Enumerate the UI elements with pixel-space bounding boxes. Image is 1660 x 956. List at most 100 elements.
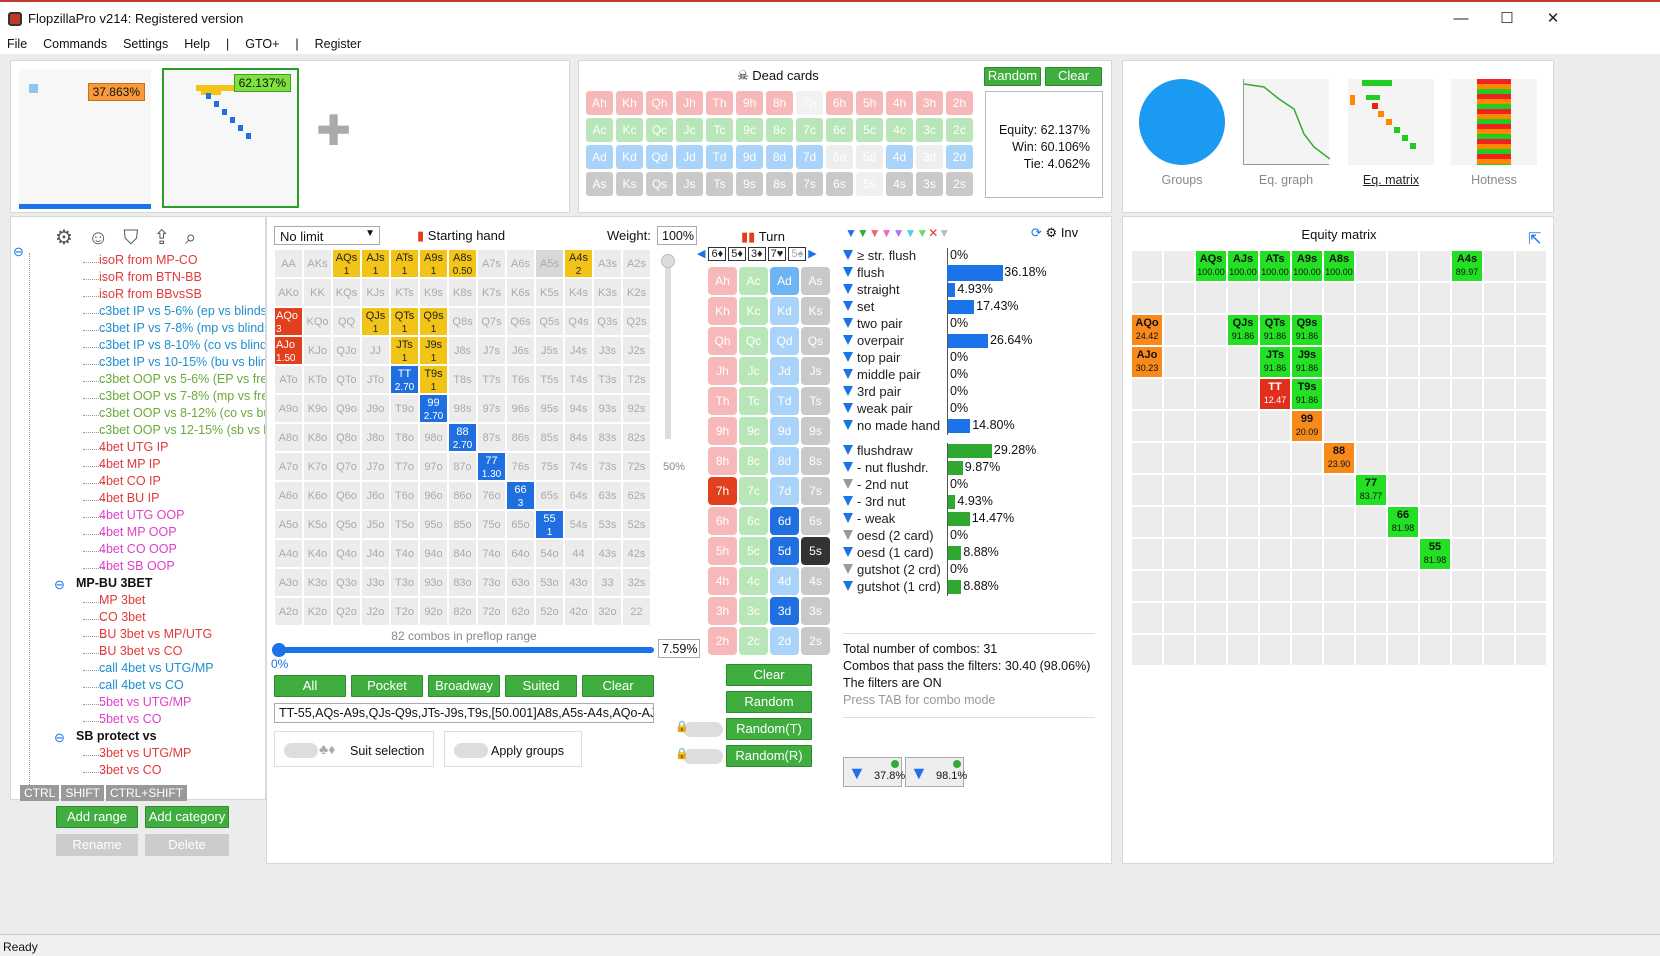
equity-cell[interactable] bbox=[1259, 634, 1291, 666]
tree-item[interactable]: 4bet CO IP bbox=[99, 474, 161, 488]
equity-cell[interactable] bbox=[1163, 602, 1195, 634]
hand-cell[interactable]: T3s bbox=[593, 365, 622, 394]
hand-cell[interactable]: 53s bbox=[593, 510, 622, 539]
equity-cell[interactable] bbox=[1515, 538, 1547, 570]
turn-card[interactable]: Ks bbox=[801, 297, 830, 325]
tree-item[interactable]: isoR from BTN-BB bbox=[99, 270, 202, 284]
menu-item[interactable]: Register bbox=[315, 37, 362, 51]
hand-cell[interactable]: 62o bbox=[506, 597, 535, 626]
turn-card[interactable]: Kh bbox=[708, 297, 737, 325]
equity-cell[interactable] bbox=[1483, 346, 1515, 378]
search-icon[interactable]: ⌕ bbox=[185, 227, 211, 249]
tree-item[interactable]: call 4bet vs UTG/MP bbox=[99, 661, 214, 675]
equity-cell[interactable] bbox=[1131, 506, 1163, 538]
equity-cell[interactable] bbox=[1451, 506, 1483, 538]
equity-cell[interactable] bbox=[1131, 250, 1163, 282]
hand-cell[interactable]: K7s bbox=[477, 278, 506, 307]
equity-cell[interactable] bbox=[1387, 378, 1419, 410]
hand-cell[interactable]: 82o bbox=[448, 597, 477, 626]
hand-cell[interactable]: K3s bbox=[593, 278, 622, 307]
dead-card[interactable]: 4d bbox=[886, 145, 913, 169]
equity-cell[interactable] bbox=[1163, 346, 1195, 378]
hand-cell[interactable]: 95s bbox=[535, 394, 564, 423]
hand-cell[interactable]: Q8s bbox=[448, 307, 477, 336]
equity-cell[interactable] bbox=[1195, 282, 1227, 314]
equity-cell[interactable] bbox=[1195, 314, 1227, 346]
hand-cell[interactable]: 96s bbox=[506, 394, 535, 423]
turn-card[interactable]: 3d bbox=[770, 597, 799, 625]
hand-cell[interactable]: 94s bbox=[564, 394, 593, 423]
tree-item[interactable]: 4bet UTG IP bbox=[99, 440, 168, 454]
hand-cell[interactable]: 92s bbox=[622, 394, 651, 423]
hand-cell[interactable]: 92o bbox=[419, 597, 448, 626]
hand-cell[interactable]: QQ bbox=[332, 307, 361, 336]
turn-card[interactable]: Ac bbox=[739, 267, 768, 295]
equity-cell[interactable] bbox=[1515, 570, 1547, 602]
dead-card[interactable]: Qc bbox=[646, 118, 673, 142]
hand-cell[interactable]: 52s bbox=[622, 510, 651, 539]
hand-cell[interactable]: AKs bbox=[303, 249, 332, 278]
hand-cell[interactable]: Q9s 1 bbox=[419, 307, 448, 336]
equity-cell[interactable]: 66 81.98 bbox=[1387, 506, 1419, 538]
filter-row[interactable]: ≥ str. flush bbox=[843, 248, 916, 263]
tree-item[interactable]: SB protect vs bbox=[76, 729, 157, 743]
hand-cell[interactable]: T2s bbox=[622, 365, 651, 394]
equity-cell[interactable] bbox=[1355, 538, 1387, 570]
equity-cell[interactable] bbox=[1227, 602, 1259, 634]
tree-item[interactable]: 4bet CO OOP bbox=[99, 542, 177, 556]
hotness-view-icon[interactable] bbox=[1451, 79, 1537, 165]
hand-cell[interactable]: A5o bbox=[274, 510, 303, 539]
eq-matrix-view-icon[interactable] bbox=[1348, 79, 1434, 165]
hand-cell[interactable]: J7o bbox=[361, 452, 390, 481]
equity-cell[interactable] bbox=[1195, 570, 1227, 602]
hand-cell[interactable]: 32s bbox=[622, 568, 651, 597]
equity-cell[interactable] bbox=[1323, 602, 1355, 634]
hand-cell[interactable]: A5s bbox=[535, 249, 564, 278]
hand-cell[interactable]: T6o bbox=[390, 481, 419, 510]
dead-card[interactable]: 6h bbox=[826, 91, 853, 115]
equity-cell[interactable] bbox=[1515, 442, 1547, 474]
turn-card[interactable]: 5c bbox=[739, 537, 768, 565]
dead-card[interactable]: 9d bbox=[736, 145, 763, 169]
dead-card[interactable]: 8h bbox=[766, 91, 793, 115]
hand-cell[interactable]: 88 2.70 bbox=[448, 423, 477, 452]
equity-cell[interactable]: QJs 91.86 bbox=[1227, 314, 1259, 346]
turn-action-button[interactable]: Random(R) bbox=[726, 745, 812, 767]
hand-cell[interactable]: Q4s bbox=[564, 307, 593, 336]
turn-card[interactable]: Jc bbox=[739, 357, 768, 385]
dead-random-button[interactable]: Random bbox=[984, 67, 1041, 86]
filter-row[interactable]: flush bbox=[843, 265, 884, 280]
add-category-button[interactable]: Add category bbox=[145, 806, 229, 828]
equity-cell[interactable] bbox=[1131, 538, 1163, 570]
hand-cell[interactable]: J2s bbox=[622, 336, 651, 365]
equity-cell[interactable] bbox=[1355, 378, 1387, 410]
tree-item[interactable]: c3bet OOP vs 5-6% (EP vs free) bbox=[99, 372, 265, 386]
equity-cell[interactable] bbox=[1355, 602, 1387, 634]
dead-card[interactable]: 3d bbox=[916, 145, 943, 169]
hand-cell[interactable]: ATs 1 bbox=[390, 249, 419, 278]
equity-cell[interactable] bbox=[1451, 474, 1483, 506]
equity-cell[interactable] bbox=[1163, 570, 1195, 602]
equity-cell[interactable] bbox=[1259, 570, 1291, 602]
hand-cell[interactable]: 93s bbox=[593, 394, 622, 423]
next-arrow-icon[interactable]: ▶ bbox=[808, 248, 816, 260]
equity-cell[interactable] bbox=[1227, 506, 1259, 538]
equity-cell[interactable] bbox=[1131, 410, 1163, 442]
turn-card[interactable]: 2d bbox=[770, 627, 799, 655]
turn-card[interactable]: Jh bbox=[708, 357, 737, 385]
filter-row[interactable]: oesd (1 card) bbox=[843, 545, 934, 560]
minimize-button[interactable]: — bbox=[1438, 6, 1484, 32]
filter-row[interactable]: straight bbox=[843, 282, 900, 297]
turn-card[interactable]: 9s bbox=[801, 417, 830, 445]
hand-cell[interactable]: 42s bbox=[622, 539, 651, 568]
add-range-plus-icon[interactable]: ✚ bbox=[316, 110, 351, 152]
hand-cell[interactable]: T4s bbox=[564, 365, 593, 394]
equity-cell[interactable]: AQs 100.00 bbox=[1195, 250, 1227, 282]
filters-state[interactable]: The filters are ON bbox=[843, 675, 1090, 692]
hand-cell[interactable]: A4o bbox=[274, 539, 303, 568]
equity-cell[interactable] bbox=[1355, 442, 1387, 474]
dead-card[interactable]: As bbox=[586, 172, 613, 196]
equity-cell[interactable] bbox=[1291, 474, 1323, 506]
hand-cell[interactable]: Q8o bbox=[332, 423, 361, 452]
equity-cell[interactable] bbox=[1195, 410, 1227, 442]
